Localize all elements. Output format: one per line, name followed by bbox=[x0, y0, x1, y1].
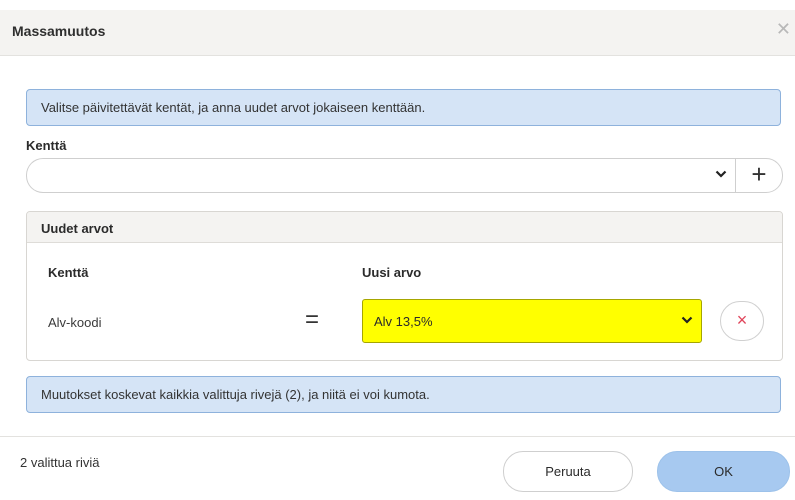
close-icon: × bbox=[736, 310, 748, 330]
chevron-down-icon bbox=[715, 167, 727, 182]
dialog-footer: 2 valittua riviä Peruuta OK bbox=[0, 436, 795, 500]
mass-update-dialog: Massamuutos ✕ Valitse päivitettävät kent… bbox=[0, 10, 795, 500]
close-icon[interactable]: ✕ bbox=[776, 19, 791, 40]
column-header-field: Kenttä bbox=[48, 265, 89, 280]
new-values-panel: Uudet arvot Kenttä Uusi arvo Alv-koodi =… bbox=[26, 211, 783, 361]
new-value-text: Alv 13,5% bbox=[374, 314, 433, 329]
column-header-new-value: Uusi arvo bbox=[362, 265, 422, 280]
dialog-title: Massamuutos bbox=[12, 23, 106, 39]
remove-row-button[interactable]: × bbox=[720, 301, 764, 341]
add-field-button[interactable]: + bbox=[735, 158, 783, 193]
cancel-button[interactable]: Peruuta bbox=[503, 451, 633, 492]
new-values-title: Uudet arvot bbox=[27, 212, 782, 243]
chevron-down-icon bbox=[681, 313, 693, 328]
warning-info-box: Muutokset koskevat kaikkia valittuja riv… bbox=[26, 376, 781, 413]
ok-button[interactable]: OK bbox=[657, 451, 790, 492]
field-label: Kenttä bbox=[26, 138, 67, 153]
equals-sign: = bbox=[305, 306, 320, 333]
instruction-info-box: Valitse päivitettävät kentät, ja anna uu… bbox=[26, 89, 781, 126]
selected-rows-count: 2 valittua riviä bbox=[20, 455, 100, 470]
dialog-header: Massamuutos ✕ bbox=[0, 10, 795, 56]
field-select[interactable] bbox=[26, 158, 736, 193]
top-band bbox=[0, 0, 795, 10]
new-value-select[interactable]: Alv 13,5% bbox=[362, 299, 702, 343]
row-field-name: Alv-koodi bbox=[48, 315, 102, 330]
